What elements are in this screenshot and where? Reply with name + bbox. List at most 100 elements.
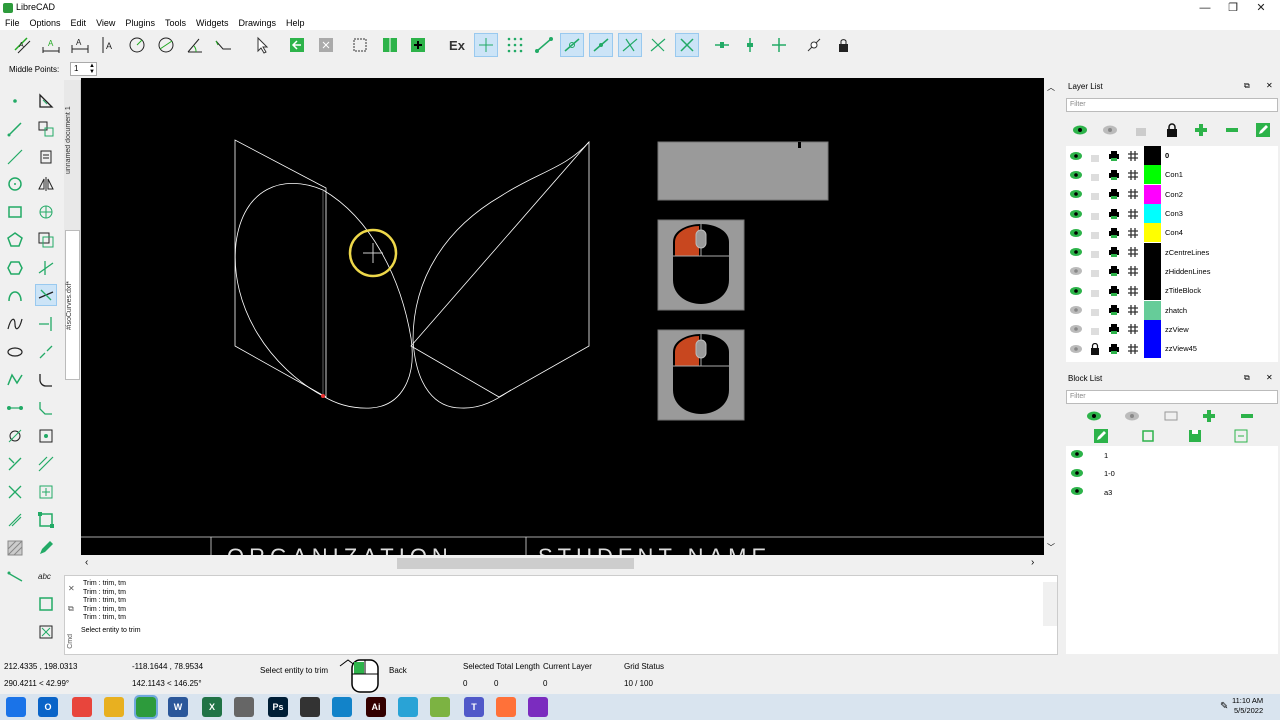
dim-horizontal-icon[interactable]: A — [68, 33, 92, 57]
layer-lock-icon[interactable] — [1085, 225, 1104, 241]
layer-visibility-icon[interactable] — [1066, 225, 1085, 241]
fillet-tool-icon[interactable] — [35, 369, 57, 391]
circle-tool-icon[interactable] — [4, 173, 26, 195]
lock-relative-zero-icon[interactable] — [831, 33, 855, 57]
select-pointer-icon[interactable] — [250, 33, 274, 57]
layer-visibility-icon[interactable] — [1066, 148, 1085, 164]
hatch-tool-icon[interactable] — [4, 537, 26, 559]
menu-drawings[interactable]: Drawings — [233, 16, 281, 30]
layer-color-swatch[interactable] — [1144, 204, 1161, 224]
pen-edit-icon[interactable] — [35, 537, 57, 559]
point-tool-icon[interactable] — [4, 90, 26, 112]
layer-print-icon[interactable] — [1104, 186, 1123, 202]
canvas-vertical-scrollbar[interactable]: ︿ ﹀ — [1044, 78, 1058, 555]
snap-entity-icon[interactable] — [560, 33, 584, 57]
layer-visibility-icon[interactable] — [1066, 186, 1085, 202]
show-all-blocks-icon[interactable] — [1086, 410, 1102, 424]
close-panel-icon[interactable]: ✕ — [1266, 373, 1273, 382]
file-explorer-icon[interactable] — [104, 697, 124, 717]
rename-block-icon[interactable] — [1234, 429, 1248, 445]
info-tool-icon[interactable] — [4, 453, 26, 475]
trim-tool-icon[interactable] — [35, 284, 57, 306]
block-filter-input[interactable]: Filter — [1066, 390, 1278, 404]
layer-lock-icon[interactable] — [1085, 206, 1104, 222]
layer-construction-icon[interactable] — [1123, 244, 1142, 260]
photoshop-icon[interactable]: Ps — [268, 697, 288, 717]
float-panel-icon[interactable]: ⧉ — [1244, 373, 1250, 383]
dim-vertical-icon[interactable]: A — [97, 33, 121, 57]
layer-row[interactable]: zTitleBlock — [1066, 281, 1278, 301]
hide-all-blocks-icon[interactable] — [1124, 410, 1140, 424]
remove-block-icon[interactable] — [1240, 409, 1254, 425]
layer-print-icon[interactable] — [1104, 302, 1123, 318]
add-block-icon[interactable] — [1202, 409, 1216, 425]
unlock-all-layers-icon[interactable] — [1134, 123, 1148, 139]
menu-edit[interactable]: Edit — [66, 16, 92, 30]
layer-construction-icon[interactable] — [1123, 167, 1142, 183]
zoom-window-icon[interactable] — [35, 621, 57, 643]
librecad-icon[interactable] — [134, 695, 158, 719]
layer-construction-icon[interactable] — [1123, 263, 1142, 279]
excel-icon[interactable]: X — [202, 697, 222, 717]
layer-lock-icon[interactable] — [1085, 263, 1104, 279]
save-block-icon[interactable] — [1188, 429, 1202, 445]
layer-row[interactable]: zzView45 — [1066, 339, 1278, 359]
layer-row[interactable]: Con4 — [1066, 223, 1278, 243]
layer-row[interactable]: Con2 — [1066, 184, 1278, 204]
split-view-icon[interactable] — [378, 33, 402, 57]
horizontal-scroll-thumb[interactable] — [397, 558, 634, 569]
curve-tool-icon[interactable] — [4, 284, 26, 306]
layer-print-icon[interactable] — [1104, 206, 1123, 222]
layer-lock-icon[interactable] — [1085, 244, 1104, 260]
select-tool-icon[interactable] — [4, 481, 26, 503]
edge-icon[interactable] — [332, 697, 352, 717]
snap-grid-icon[interactable] — [503, 33, 527, 57]
snap-middle-icon[interactable] — [618, 33, 642, 57]
spline-tool-icon[interactable] — [4, 313, 26, 335]
restrict-orthogonal-icon[interactable] — [767, 33, 791, 57]
bevel-tool-icon[interactable] — [35, 453, 57, 475]
layer-color-swatch[interactable] — [1144, 165, 1161, 185]
snap-endpoints-icon[interactable] — [532, 33, 556, 57]
block-explode-icon[interactable] — [314, 33, 338, 57]
layer-color-swatch[interactable] — [1144, 146, 1161, 166]
app-blue-icon[interactable] — [398, 697, 418, 717]
snap-exclusive-button[interactable]: Ex — [445, 33, 469, 57]
edit-layer-icon[interactable] — [1256, 123, 1270, 139]
select-window-icon[interactable] — [348, 33, 372, 57]
layer-construction-icon[interactable] — [1123, 321, 1142, 337]
spin-arrows-icon[interactable]: ▲ ▼ — [89, 63, 95, 75]
block-row[interactable]: 1-0 — [1066, 465, 1278, 484]
dim-diametric-icon[interactable] — [154, 33, 178, 57]
dim-aligned-icon[interactable]: A — [10, 33, 34, 57]
layer-print-icon[interactable] — [1104, 341, 1123, 357]
layer-lock-icon[interactable] — [1085, 148, 1104, 164]
dimension-tool-icon[interactable] — [4, 397, 26, 419]
layer-visibility-icon[interactable] — [1066, 283, 1085, 299]
layer-lock-icon[interactable] — [1085, 167, 1104, 183]
layer-row[interactable]: zCentreLines — [1066, 242, 1278, 262]
word-icon[interactable]: W — [168, 697, 188, 717]
layer-lock-icon[interactable] — [1085, 302, 1104, 318]
layer-visibility-icon[interactable] — [1066, 263, 1085, 279]
canvas-horizontal-scrollbar[interactable]: ‹ › — [81, 555, 1044, 572]
layer-print-icon[interactable] — [1104, 244, 1123, 260]
layer-lock-icon[interactable] — [1085, 341, 1104, 357]
edit-block-icon[interactable] — [1094, 429, 1108, 445]
parallel-tool-icon[interactable] — [4, 565, 26, 587]
taskbar-clock[interactable]: 11:10 AM 5/5/2022 — [1232, 696, 1263, 716]
layer-print-icon[interactable] — [1104, 283, 1123, 299]
block-row[interactable]: 1 — [1066, 446, 1278, 465]
lock-all-layers-icon[interactable] — [1165, 123, 1179, 139]
layer-color-swatch[interactable] — [1144, 223, 1161, 243]
app-purple-icon[interactable] — [528, 697, 548, 717]
layer-visibility-icon[interactable] — [1066, 321, 1085, 337]
layer-lock-icon[interactable] — [1085, 283, 1104, 299]
rotate-tool-icon[interactable] — [35, 201, 57, 223]
layer-construction-icon[interactable] — [1123, 186, 1142, 202]
command-prompt[interactable]: Select entity to trim — [81, 627, 141, 634]
block-create-icon[interactable] — [35, 90, 57, 112]
scale-tool-icon[interactable] — [35, 229, 57, 251]
windows-start-icon[interactable] — [6, 697, 26, 717]
polyline-tool-icon[interactable] — [4, 369, 26, 391]
